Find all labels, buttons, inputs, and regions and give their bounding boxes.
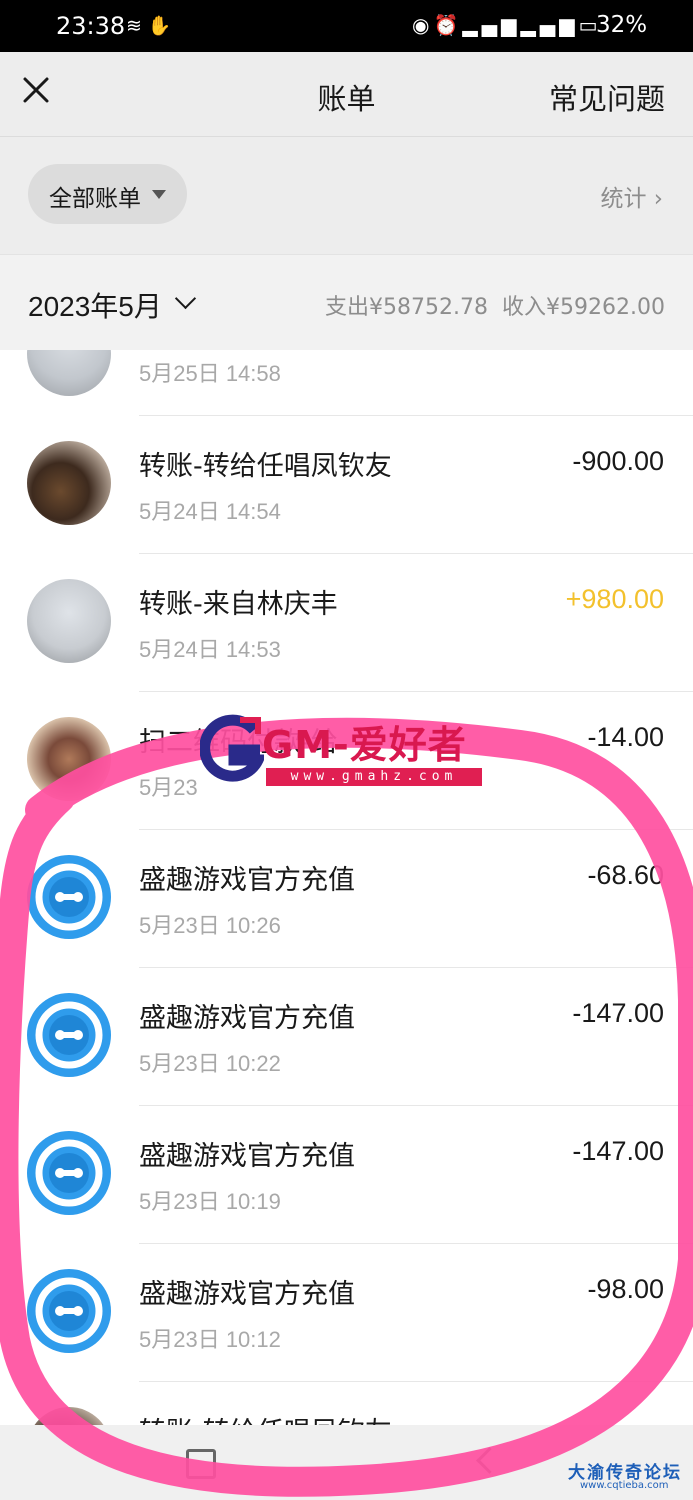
game-logo-icon bbox=[27, 1131, 111, 1215]
transaction-date: 5月23日 10:26 bbox=[139, 913, 281, 938]
signal-2g-icon: ▂▄▆ bbox=[520, 13, 579, 37]
transaction-list[interactable]: 5月25日 14:58 转账-转给任唱凤钦友 5月24日 14:54 -900.… bbox=[0, 350, 693, 1425]
transaction-date: 5月25日 14:58 bbox=[139, 361, 281, 386]
transaction-date: 5月23日 10:12 bbox=[139, 1327, 281, 1352]
month-selector[interactable]: 2023年5月 bbox=[28, 285, 162, 325]
bill-filter-dropdown[interactable]: 全部账单 bbox=[28, 164, 187, 224]
faq-link[interactable]: 常见问题 bbox=[549, 76, 665, 118]
transaction-row[interactable]: 盛趣游戏官方充值 5月23日 10:19 -147.00 bbox=[0, 1106, 693, 1244]
transaction-name: 盛趣游戏官方充值 bbox=[139, 1003, 355, 1034]
month-summary: 支出¥58752.78 收入¥59262.00 bbox=[311, 289, 665, 321]
transaction-date: 5月23日 10:19 bbox=[139, 1189, 281, 1214]
eye-icon: ◉ bbox=[412, 13, 434, 37]
avatar bbox=[27, 441, 111, 525]
transaction-amount: -68.60 bbox=[587, 860, 664, 890]
bill-filter-label: 全部账单 bbox=[49, 186, 141, 212]
transaction-row[interactable]: 盛趣游戏官方充值 5月23日 10:26 -68.60 bbox=[0, 830, 693, 968]
transaction-amount: -14.00 bbox=[587, 722, 664, 752]
avatar bbox=[27, 350, 111, 396]
status-left-icons: ≋✋ bbox=[126, 14, 178, 37]
transaction-row[interactable]: 转账-来自林庆丰 5月24日 14:53 +980.00 bbox=[0, 554, 693, 692]
transaction-date: 5月24日 14:54 bbox=[139, 499, 281, 524]
game-logo-icon bbox=[27, 855, 111, 939]
avatar bbox=[27, 717, 111, 801]
transaction-name: 盛趣游戏官方充值 bbox=[139, 1279, 355, 1310]
hand-icon: ✋ bbox=[147, 15, 178, 37]
recents-icon[interactable] bbox=[186, 1449, 216, 1479]
gm-watermark-url: www.gmahz.com bbox=[266, 768, 482, 786]
transaction-row[interactable]: 5月25日 14:58 bbox=[0, 350, 693, 416]
transaction-name: 转账-转给任唱凤钦友 bbox=[139, 451, 392, 482]
transaction-amount: -900.00 bbox=[572, 446, 664, 476]
transaction-amount: +980.00 bbox=[565, 584, 664, 614]
transaction-row[interactable]: 转账-转给任唱凤钦友 bbox=[0, 1382, 693, 1425]
transaction-row[interactable]: 盛趣游戏官方充值 5月23日 10:12 -98.00 bbox=[0, 1244, 693, 1382]
chevron-down-icon[interactable] bbox=[174, 287, 197, 310]
transaction-name: 转账-转给任唱凤钦友 bbox=[139, 1410, 392, 1425]
transaction-amount: -98.00 bbox=[587, 1274, 664, 1304]
signal-4g-icon: ▂▄▆ bbox=[462, 13, 521, 37]
alarm-icon: ⏰ bbox=[433, 13, 463, 37]
forum-watermark-url: www.cqtieba.com bbox=[580, 1480, 669, 1491]
transaction-name: 盛趣游戏官方充值 bbox=[139, 865, 355, 896]
transaction-name: 转账-来自林庆丰 bbox=[139, 589, 338, 620]
transaction-date: 5月23 bbox=[139, 775, 198, 800]
transaction-name: 盛趣游戏官方充值 bbox=[139, 1141, 355, 1172]
transaction-row[interactable]: 盛趣游戏官方充值 5月23日 10:22 -147.00 bbox=[0, 968, 693, 1106]
game-logo-icon bbox=[27, 993, 111, 1077]
month-income: 收入¥59262.00 bbox=[502, 295, 665, 320]
month-expense: 支出¥58752.78 bbox=[325, 295, 489, 320]
month-header: 2023年5月 支出¥58752.78 收入¥59262.00 bbox=[0, 254, 693, 351]
gm-watermark-text: GM-爱好者 bbox=[262, 723, 467, 767]
status-right-icons: ◉⏰▂▄▆▂▄▆▭ bbox=[412, 13, 602, 37]
transaction-date: 5月24日 14:53 bbox=[139, 637, 281, 662]
status-bar: 23:38 ≋✋ ◉⏰▂▄▆▂▄▆▭ 32% bbox=[0, 0, 693, 52]
avatar bbox=[27, 1407, 111, 1425]
back-icon[interactable] bbox=[476, 1447, 503, 1474]
gm-logo-icon bbox=[200, 714, 264, 782]
status-time: 23:38 bbox=[56, 12, 126, 40]
game-logo-icon bbox=[27, 1269, 111, 1353]
forum-watermark: 大渝传奇论坛 www.cqtieba.com bbox=[568, 1458, 693, 1500]
avatar bbox=[27, 579, 111, 663]
nav-bar: 账单 常见问题 bbox=[0, 52, 693, 137]
transaction-row[interactable]: 转账-转给任唱凤钦友 5月24日 14:54 -900.00 bbox=[0, 416, 693, 554]
hotspot-icon: ≋ bbox=[126, 15, 148, 37]
caret-down-icon bbox=[152, 190, 166, 199]
battery-percent: 32% bbox=[596, 12, 648, 38]
transaction-amount: -147.00 bbox=[572, 1136, 664, 1166]
stats-link[interactable]: 统计 › bbox=[600, 179, 663, 213]
transaction-date: 5月23日 10:22 bbox=[139, 1051, 281, 1076]
transaction-amount: -147.00 bbox=[572, 998, 664, 1028]
filter-row: 全部账单 统计 › bbox=[0, 137, 693, 253]
gm-watermark: GM-爱好者 www.gmahz.com bbox=[200, 712, 490, 792]
